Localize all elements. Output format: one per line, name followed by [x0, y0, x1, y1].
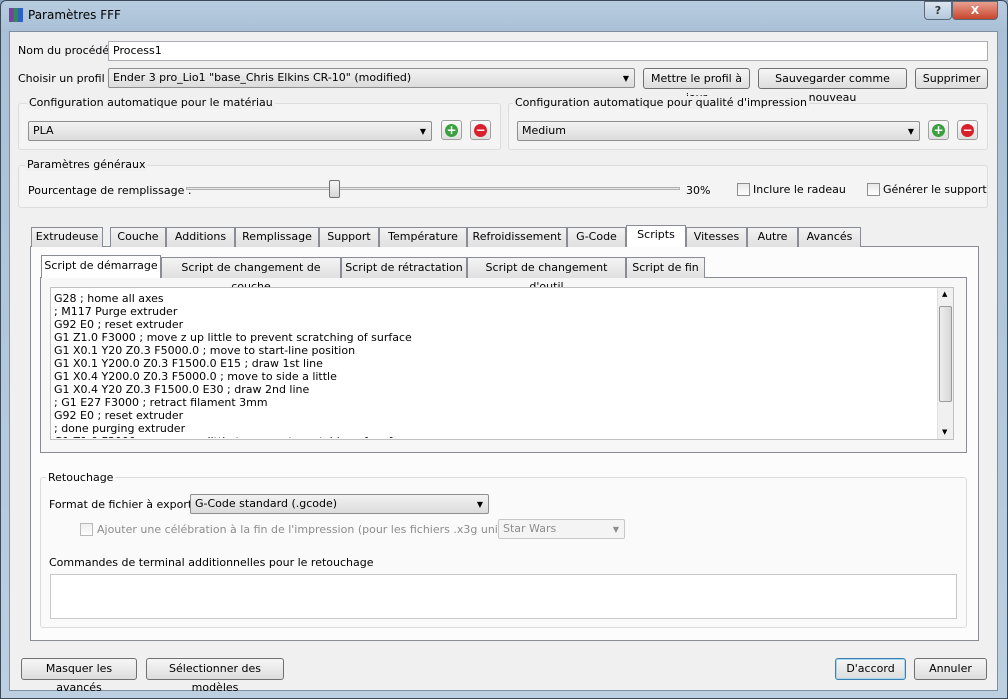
script-line: G92 E0 ; reset extruder: [54, 318, 184, 331]
general-group-title: Paramètres généraux: [25, 158, 148, 171]
profile-value: Ender 3 pro_Lio1 "base_Chris Elkins CR-1…: [113, 71, 412, 84]
plus-icon: +: [932, 123, 945, 137]
post-processing-title: Retouchage: [46, 471, 116, 484]
profile-label: Choisir un profil :: [18, 72, 112, 85]
chevron-down-icon: ▼: [612, 525, 619, 534]
cancel-button[interactable]: Annuler: [914, 658, 987, 680]
format-select[interactable]: G-Code standard (.gcode) ▼: [190, 494, 489, 514]
delete-profile-button[interactable]: Supprimer: [915, 68, 988, 89]
subtab-1[interactable]: Script de changement de couche: [161, 257, 341, 293]
raft-checkbox[interactable]: [737, 183, 750, 196]
script-line: G1 X0.1 Y200.0 Z0.3 F1500.0 E15 ; draw 1…: [54, 357, 323, 370]
add-material-button[interactable]: +: [441, 120, 462, 140]
add-quality-button[interactable]: +: [928, 120, 949, 140]
scroll-up-icon[interactable]: ▲: [942, 290, 947, 298]
script-line: ; M117 Purge extruder: [54, 305, 178, 318]
subtab-3[interactable]: Script de changement d'outil: [467, 257, 626, 293]
tab-g-code[interactable]: G-Code: [567, 227, 626, 247]
script-line: ; done purging extruder: [54, 422, 186, 435]
quality-select[interactable]: Medium ▼: [517, 121, 920, 141]
script-line: G1 Z1.0 F3000 ; move z up little to prev…: [54, 331, 412, 344]
script-scrollbar[interactable]: ▲ ▼: [937, 288, 953, 439]
script-line: G1 X0.1 Y20 Z0.3 F5000.0 ; move to start…: [54, 344, 356, 357]
minus-icon: −: [474, 123, 487, 137]
profile-select[interactable]: Ender 3 pro_Lio1 "base_Chris Elkins CR-1…: [108, 68, 635, 88]
material-select[interactable]: PLA ▼: [28, 121, 432, 141]
infill-slider-track[interactable]: [186, 187, 680, 190]
save-new-profile-button[interactable]: Sauvegarder comme nouveau: [758, 68, 907, 104]
tab-couche[interactable]: Couche: [110, 227, 166, 247]
script-line: G28 ; home all axes: [54, 292, 164, 305]
process-name-label: Nom du procédé :: [18, 44, 117, 57]
quality-group-title: Configuration automatique pour qualité d…: [513, 96, 810, 109]
script-line: G1 Z1.0 F3000 ; move z up little to prev…: [54, 435, 934, 438]
scroll-down-icon[interactable]: ▼: [942, 428, 947, 436]
subtab-2[interactable]: Script de rétractation: [341, 257, 467, 278]
process-name-input[interactable]: Process1: [108, 41, 988, 61]
script-line: G1 X0.4 Y200.0 Z0.3 F5000.0 ; move to si…: [54, 370, 337, 383]
close-button[interactable]: X: [952, 1, 998, 20]
chevron-down-icon: ▼: [622, 74, 629, 83]
quality-value: Medium: [522, 124, 566, 137]
select-models-button[interactable]: Sélectionner des modèles: [146, 658, 284, 694]
tab-vitesses[interactable]: Vitesses: [686, 227, 747, 247]
chevron-down-icon: ▼: [476, 500, 483, 509]
raft-label: Inclure le radeau: [753, 183, 846, 196]
script-line: ; G1 E27 F3000 ; retract filament 3mm: [54, 396, 268, 409]
tab-avances[interactable]: Avancés: [798, 227, 861, 247]
tab-extrudeuse[interactable]: Extrudeuse: [31, 227, 103, 247]
infill-slider-thumb[interactable]: [329, 180, 341, 198]
subtab-4[interactable]: Script de fin: [626, 257, 705, 278]
script-line: G1 X0.4 Y20 Z0.3 F1500.0 E30 ; draw 2nd …: [54, 383, 310, 396]
terminal-label: Commandes de terminal additionnelles pou…: [49, 556, 374, 569]
remove-quality-button[interactable]: −: [957, 120, 978, 140]
tab-scripts[interactable]: Scripts: [626, 225, 686, 247]
plus-icon: +: [445, 123, 458, 137]
window-title: Paramètres FFF: [28, 8, 121, 22]
tab-additions[interactable]: Additions: [166, 227, 235, 247]
celebration-select[interactable]: Star Wars ▼: [498, 519, 625, 539]
remove-material-button[interactable]: −: [470, 120, 491, 140]
infill-value: 30%: [686, 184, 711, 197]
support-label: Générer le support: [883, 183, 987, 196]
format-value: G-Code standard (.gcode): [195, 497, 338, 510]
terminal-commands-input[interactable]: [50, 574, 957, 619]
subtab-0[interactable]: Script de démarrage: [41, 255, 161, 278]
tab-temperature[interactable]: Température: [379, 227, 467, 247]
app-icon: [9, 8, 23, 22]
infill-label: Pourcentage de remplissage :: [28, 184, 192, 197]
format-label: Format de fichier à exporter: [49, 498, 204, 511]
support-checkbox[interactable]: [867, 183, 880, 196]
celebration-value: Star Wars: [503, 522, 557, 535]
tab-autre[interactable]: Autre: [747, 227, 798, 247]
ok-button[interactable]: D'accord: [835, 658, 906, 680]
script-line: G92 E0 ; reset extruder: [54, 409, 184, 422]
chevron-down-icon: ▼: [419, 127, 426, 136]
hide-advanced-button[interactable]: Masquer les avancés: [21, 658, 137, 694]
celebration-label: Ajouter une célébration à la fin de l'im…: [97, 523, 552, 536]
update-profile-button[interactable]: Mettre le profil à jour: [643, 68, 750, 104]
chevron-down-icon: ▼: [907, 127, 914, 136]
tab-remplissage[interactable]: Remplissage: [235, 227, 319, 247]
celebration-checkbox[interactable]: [80, 523, 93, 536]
scrollbar-thumb[interactable]: [939, 306, 952, 402]
help-button[interactable]: ?: [924, 1, 952, 20]
script-text: G28 ; home all axes; M117 Purge extruder…: [54, 292, 934, 438]
material-value: PLA: [33, 124, 54, 137]
tab-refroidissement[interactable]: Refroidissement: [467, 227, 567, 247]
material-group-title: Configuration automatique pour le matéri…: [27, 96, 275, 109]
minus-icon: −: [961, 123, 974, 137]
tab-support[interactable]: Support: [319, 227, 379, 247]
